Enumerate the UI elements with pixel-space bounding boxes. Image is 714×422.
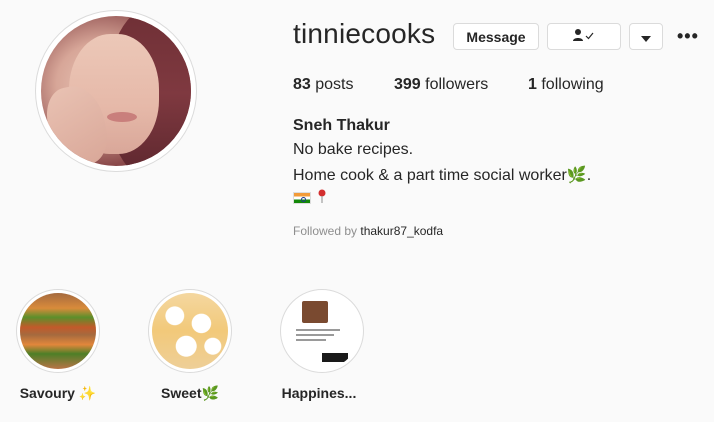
highlight-title: Happines... [281,385,357,401]
ellipsis-icon[interactable]: ••• [677,26,699,47]
highlight-label-sweet[interactable]: Sweet🌿 [130,385,250,402]
bio-emoji-row [293,189,327,206]
bio-line-2-text: Home cook & a part time social worker [293,167,567,184]
followers-stat[interactable]: 399 followers [394,76,488,94]
bio-line-2: Home cook & a part time social worker🌿. [293,165,591,185]
message-button[interactable]: Message [453,23,539,50]
avatar [41,16,191,166]
followers-label: followers [425,76,489,93]
cover-text-line [296,329,340,331]
posts-count: 83 [293,76,311,93]
message-button-label: Message [466,28,526,45]
person-check-icon [572,28,596,45]
cover-tag [322,353,348,362]
highlight-label-savoury[interactable]: Savoury ✨ [0,385,118,402]
bio-line-2-end: . [586,167,592,184]
cover-photo-thumb [302,301,328,323]
following-label: following [541,76,604,93]
highlight-cover-image [284,293,360,369]
cover-text-line [296,334,334,336]
posts-label: posts [315,76,354,93]
following-count: 1 [528,76,537,93]
highlight-savoury[interactable] [16,289,100,373]
posts-stat: 83 posts [293,76,354,94]
highlight-happiness[interactable] [280,289,364,373]
sparkles-icon: ✨ [78,385,97,401]
herb-emoji-icon: 🌿 [201,385,219,401]
pin-icon [317,189,327,206]
caret-down-icon [641,29,651,45]
following-button[interactable] [547,23,621,50]
followed-by-text: Followed by thakur87_kodfa [293,224,443,238]
followers-count: 399 [394,76,421,93]
following-stat[interactable]: 1 following [528,76,604,94]
highlight-title: Sweet [161,385,202,401]
india-flag-icon [293,191,311,204]
cover-text-line [296,339,326,341]
profile-username: tinniecooks [293,18,436,49]
followed-by-user-link[interactable]: thakur87_kodfa [360,224,443,238]
profile-avatar-ring[interactable] [35,10,197,172]
herb-emoji-icon: 🌿 [566,167,587,184]
profile-full-name: Sneh Thakur [293,117,390,134]
highlight-title: Savoury [19,385,75,401]
highlight-label-happiness[interactable]: Happines... [259,385,379,401]
bio-line-1: No bake recipes. [293,141,414,158]
avatar-lips [107,112,137,122]
highlight-cover-image [20,293,96,369]
highlight-sweet[interactable] [148,289,232,373]
followed-by-prefix: Followed by [293,224,358,238]
suggested-accounts-button[interactable] [629,23,663,50]
highlight-cover-image [152,293,228,369]
